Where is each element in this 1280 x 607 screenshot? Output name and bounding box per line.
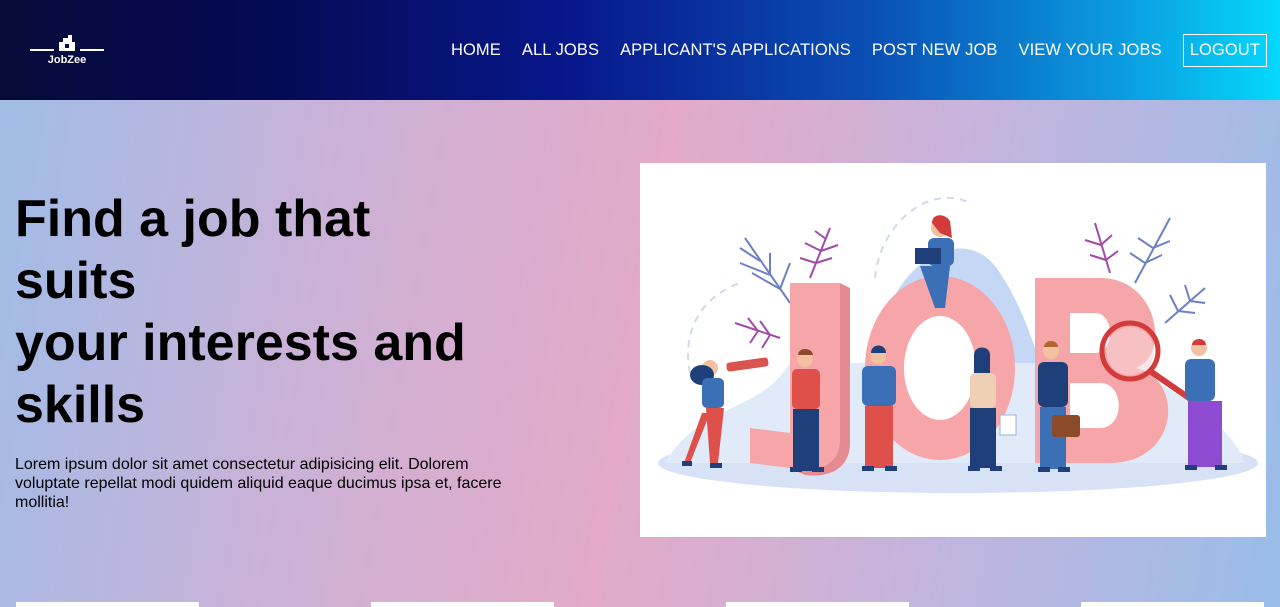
job-card[interactable] bbox=[16, 602, 199, 607]
hero-title-line: suits bbox=[15, 252, 137, 310]
nav-links: HOME ALL JOBS APPLICANT'S APPLICATIONS P… bbox=[430, 34, 1267, 67]
job-card[interactable] bbox=[726, 602, 909, 607]
nav-applicants-applications[interactable]: APPLICANT'S APPLICATIONS bbox=[620, 41, 851, 60]
job-search-illustration bbox=[658, 196, 1258, 493]
nav-view-your-jobs[interactable]: VIEW YOUR JOBS bbox=[1019, 41, 1162, 60]
hero-description: Lorem ipsum dolor sit amet consectetur a… bbox=[15, 456, 502, 511]
job-card[interactable] bbox=[1081, 602, 1264, 607]
nav-post-new-job[interactable]: POST NEW JOB bbox=[872, 41, 998, 60]
brand-logo[interactable]: JobZee bbox=[30, 32, 104, 68]
logout-button[interactable]: LOGOUT bbox=[1182, 34, 1267, 67]
brand-name: JobZee bbox=[47, 54, 87, 66]
nav-home[interactable]: HOME bbox=[451, 41, 501, 60]
nav-all-jobs[interactable]: ALL JOBS bbox=[522, 41, 599, 60]
hero-title-line: skills bbox=[15, 376, 146, 434]
briefcase-icon bbox=[59, 35, 75, 51]
hero-title: Find a job that suits your interests and… bbox=[15, 188, 575, 436]
navbar: JobZee HOME ALL JOBS APPLICANT'S APPLICA… bbox=[0, 0, 1280, 100]
logo-line-right bbox=[80, 49, 104, 51]
hero-illustration bbox=[640, 163, 1266, 537]
logo-line-left bbox=[30, 49, 54, 51]
job-card[interactable] bbox=[371, 602, 554, 607]
hero-title-line: Find a job that bbox=[15, 190, 371, 248]
hero-title-line: your interests and bbox=[15, 314, 466, 372]
